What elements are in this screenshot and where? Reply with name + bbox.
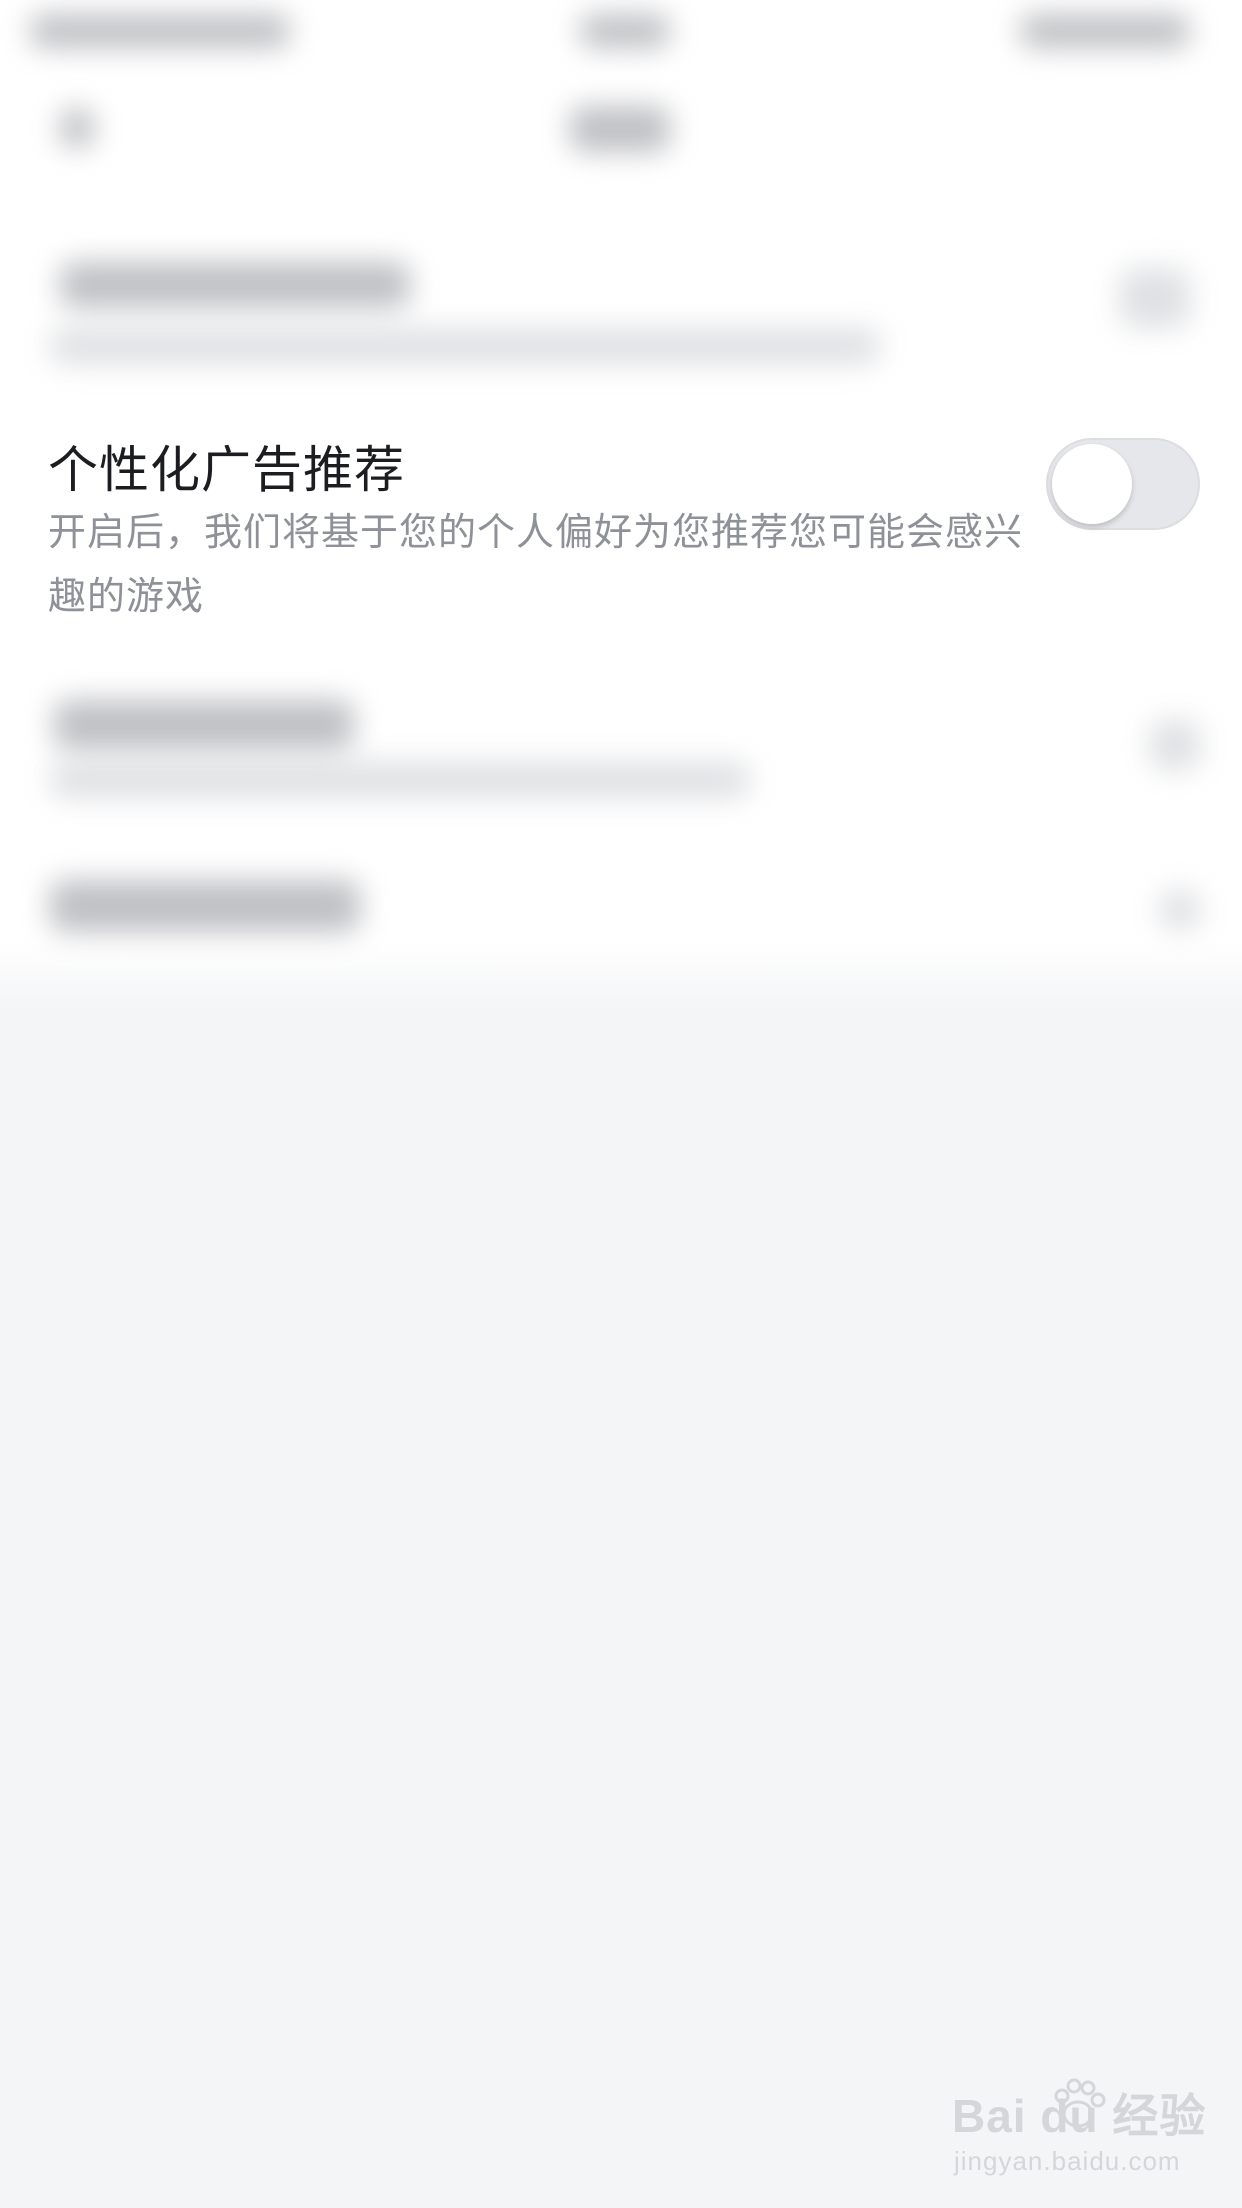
blurred-row-4-chevron[interactable] — [1160, 890, 1200, 930]
blurred-row-3-toggle[interactable] — [1150, 720, 1200, 770]
personalized-ads-toggle[interactable] — [1046, 438, 1200, 530]
toggle-knob — [1052, 444, 1132, 524]
setting-description: 开启后，我们将基于您的个人偏好为您推荐您可能会感兴趣的游戏 — [48, 510, 1024, 618]
blurred-row-1-toggle[interactable] — [1120, 268, 1190, 328]
blurred-row-3-desc — [50, 762, 750, 798]
blurred-status-left — [30, 14, 290, 48]
blurred-status-center — [580, 14, 670, 48]
settings-screen: 个性化广告推荐 开启后，我们将基于您的个人偏好为您推荐您可能会感兴趣的游戏 Ba… — [0, 0, 1242, 2208]
blurred-row-4-title — [50, 880, 360, 932]
personalized-ads-setting: 个性化广告推荐 开启后，我们将基于您的个人偏好为您推荐您可能会感兴趣的游戏 — [0, 420, 1242, 640]
panel-fade — [0, 940, 1242, 1010]
blurred-back-icon[interactable] — [60, 108, 94, 148]
blurred-page-title — [570, 106, 670, 152]
setting-title: 个性化广告推荐 — [48, 441, 405, 499]
blurred-row-1-title — [60, 262, 410, 308]
blurred-row-1-desc — [50, 328, 880, 364]
blurred-status-right — [1020, 14, 1190, 48]
watermark-url: jingyan.baidu.com — [954, 2146, 1181, 2176]
blurred-row-3-title — [54, 700, 354, 750]
baidu-jingyan-watermark: Bai du 经验 jingyan.baidu.com — [950, 2078, 1220, 2190]
paw-icon — [1054, 2078, 1106, 2128]
